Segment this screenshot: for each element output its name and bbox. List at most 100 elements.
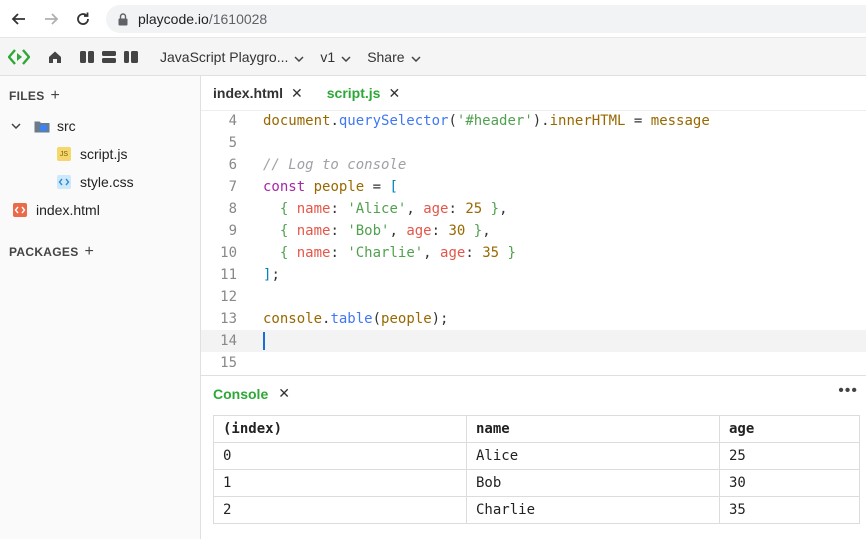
packages-header-label: PACKAGES bbox=[9, 245, 79, 259]
code-line: 11 ]; bbox=[201, 264, 866, 286]
back-arrow-icon[interactable] bbox=[8, 8, 30, 30]
chevron-down-icon[interactable] bbox=[11, 123, 21, 129]
table-cell: Charlie bbox=[466, 496, 720, 524]
address-bar[interactable]: playcode.io/1610028 bbox=[106, 5, 866, 33]
line-number: 11 bbox=[220, 267, 237, 283]
playcode-logo-icon[interactable] bbox=[8, 46, 30, 68]
console-tab-label[interactable]: Console bbox=[213, 386, 268, 402]
close-icon[interactable]: ✕ bbox=[291, 85, 303, 102]
forward-arrow-icon[interactable] bbox=[40, 8, 62, 30]
column-header: name bbox=[466, 415, 720, 443]
version-label: v1 bbox=[320, 48, 336, 65]
file-label: index.html bbox=[36, 202, 100, 218]
share-label: Share bbox=[367, 48, 405, 65]
code-text: { name: 'Charlie', age: 35 } bbox=[279, 245, 516, 261]
table-cell: Bob bbox=[466, 469, 720, 497]
file-label: style.css bbox=[80, 174, 134, 190]
add-package-icon[interactable]: + bbox=[85, 243, 95, 261]
table-cell: 2 bbox=[213, 496, 467, 524]
text-cursor bbox=[263, 332, 265, 350]
javascript-file-icon: JS bbox=[57, 147, 71, 161]
app-toolbar: JavaScript Playgro... v1 Share bbox=[0, 38, 866, 76]
column-header: age bbox=[719, 415, 860, 443]
code-line: 6 // Log to console bbox=[201, 154, 866, 176]
line-number: 9 bbox=[228, 223, 237, 239]
chevron-down-icon bbox=[294, 49, 304, 65]
line-number: 4 bbox=[228, 113, 237, 129]
code-line: 12 bbox=[201, 286, 866, 308]
file-explorer: FILES + src JS script.js style.css index… bbox=[0, 76, 201, 539]
more-options-icon[interactable]: ••• bbox=[838, 382, 858, 400]
code-line: 5 bbox=[201, 132, 866, 154]
table-row: 1 Bob 30 bbox=[213, 469, 860, 497]
folder-icon bbox=[34, 119, 50, 133]
packages-section-header: PACKAGES + bbox=[9, 243, 94, 261]
tab-script-js[interactable]: script.js ✕ bbox=[327, 85, 400, 102]
file-label: script.js bbox=[80, 146, 128, 162]
tab-label: script.js bbox=[326, 85, 381, 101]
folder-src[interactable]: src bbox=[11, 118, 76, 134]
table-cell: 0 bbox=[213, 442, 467, 470]
code-line: 15 bbox=[201, 352, 866, 374]
code-text: ]; bbox=[263, 267, 280, 283]
url-path: /1610028 bbox=[208, 11, 268, 27]
close-icon[interactable]: ✕ bbox=[388, 85, 400, 102]
table-cell: 25 bbox=[719, 442, 860, 470]
browser-toolbar: playcode.io/1610028 bbox=[0, 0, 866, 38]
table-header-row: (index) name age bbox=[213, 415, 860, 443]
html-file-icon bbox=[13, 203, 27, 217]
line-number: 13 bbox=[220, 311, 237, 327]
reload-icon[interactable] bbox=[72, 8, 94, 30]
line-number: 6 bbox=[228, 157, 237, 173]
layout-columns-icon[interactable] bbox=[76, 46, 98, 68]
line-number: 8 bbox=[228, 201, 237, 217]
console-header: Console ✕ ••• bbox=[201, 375, 866, 411]
project-title-menu[interactable]: JavaScript Playgro... bbox=[160, 49, 304, 65]
code-line: 13 console.table(people); bbox=[201, 308, 866, 330]
files-section-header: FILES + bbox=[9, 87, 60, 105]
editor-tabs: index.html ✕ script.js ✕ bbox=[201, 76, 866, 111]
folder-src-label: src bbox=[57, 118, 76, 134]
home-icon[interactable] bbox=[44, 46, 66, 68]
close-icon[interactable]: ✕ bbox=[278, 385, 290, 402]
share-menu[interactable]: Share bbox=[367, 48, 421, 65]
url-host: playcode.io bbox=[138, 11, 209, 27]
line-number: 10 bbox=[220, 245, 237, 261]
files-header-label: FILES bbox=[9, 89, 45, 103]
code-text bbox=[263, 330, 265, 352]
code-text: { name: 'Bob', age: 30 }, bbox=[279, 223, 491, 239]
file-script-js[interactable]: JS script.js bbox=[57, 146, 127, 162]
code-line: 9 { name: 'Bob', age: 30 }, bbox=[201, 220, 866, 242]
file-style-css[interactable]: style.css bbox=[57, 174, 134, 190]
chevron-down-icon bbox=[341, 49, 351, 65]
layout-rows-icon[interactable] bbox=[98, 46, 120, 68]
project-title: JavaScript Playgro... bbox=[160, 48, 289, 65]
add-file-icon[interactable]: + bbox=[51, 87, 61, 105]
code-text: document.querySelector('#header').innerH… bbox=[263, 113, 710, 129]
code-editor[interactable]: 4 document.querySelector('#header').inne… bbox=[201, 111, 866, 375]
chevron-down-icon bbox=[411, 49, 421, 65]
table-row: 0 Alice 25 bbox=[213, 442, 860, 470]
table-cell: Alice bbox=[466, 442, 720, 470]
code-text: { name: 'Alice', age: 25 }, bbox=[279, 201, 508, 217]
code-text: // Log to console bbox=[263, 157, 407, 173]
table-cell: 1 bbox=[213, 469, 467, 497]
table-cell: 30 bbox=[719, 469, 860, 497]
line-number: 15 bbox=[220, 355, 237, 371]
column-header: (index) bbox=[213, 415, 467, 443]
tab-index-html[interactable]: index.html ✕ bbox=[213, 85, 303, 102]
line-number: 12 bbox=[220, 289, 237, 305]
line-number: 7 bbox=[228, 179, 237, 195]
code-line-current: 14 bbox=[201, 330, 866, 352]
code-text: const people = [ bbox=[263, 179, 398, 195]
line-number: 5 bbox=[228, 135, 237, 151]
code-line: 10 { name: 'Charlie', age: 35 } bbox=[201, 242, 866, 264]
code-text: console.table(people); bbox=[263, 311, 449, 327]
code-line: 4 document.querySelector('#header').inne… bbox=[201, 111, 866, 132]
css-file-icon bbox=[57, 175, 71, 189]
tab-label: index.html bbox=[213, 85, 284, 101]
version-menu[interactable]: v1 bbox=[320, 49, 351, 65]
file-index-html[interactable]: index.html bbox=[13, 202, 100, 218]
layout-split-icon[interactable] bbox=[120, 46, 142, 68]
line-number: 14 bbox=[220, 333, 237, 349]
